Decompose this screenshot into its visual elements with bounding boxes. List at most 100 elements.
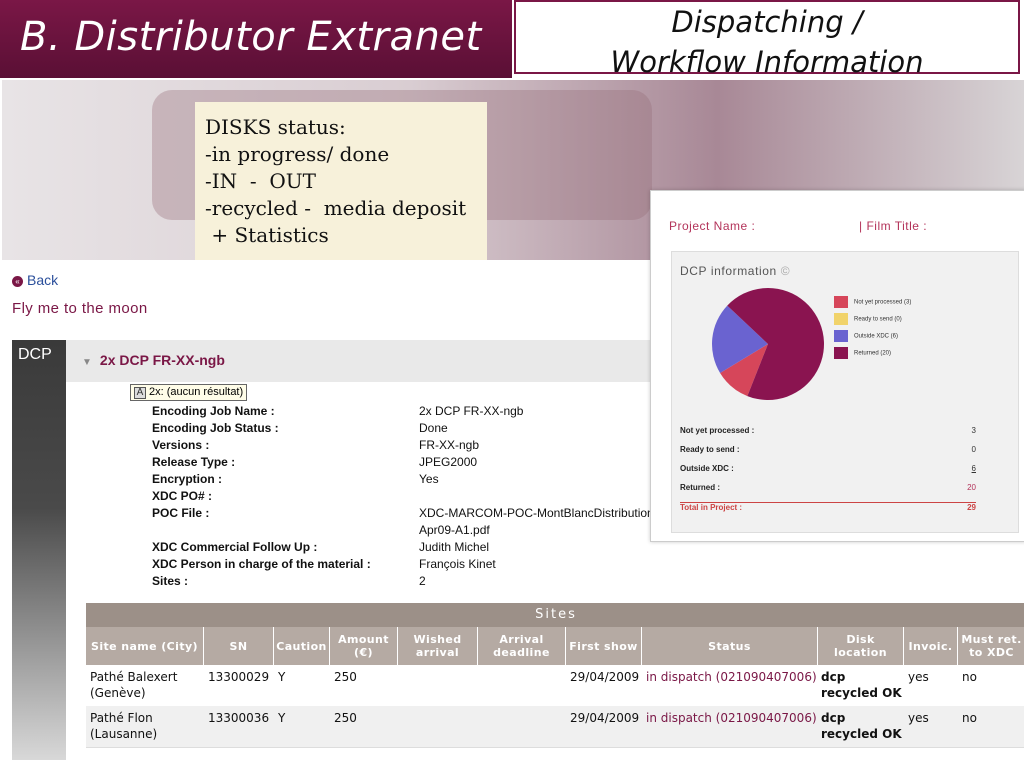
- legend-item: Ready to send (0): [834, 313, 911, 330]
- cell-first-show: 29/04/2009: [570, 670, 640, 684]
- stats-row: Not yet processed : 3: [680, 426, 976, 445]
- sites-table-header: Site name (City) SN Caution Amount (€) W…: [86, 627, 1024, 665]
- col-header-status[interactable]: Status: [642, 627, 818, 665]
- detail-label: Encoding Job Status :: [152, 421, 279, 435]
- tooltip: A 2x: (aucun résultat): [130, 384, 248, 401]
- cell-invoice: yes: [908, 711, 929, 725]
- legend-item: Returned (20): [834, 347, 911, 364]
- col-header-disk-location[interactable]: Disk location: [818, 627, 904, 665]
- col-header-amount[interactable]: Amount (€): [330, 627, 398, 665]
- legend-item: Not yet processed (3): [834, 296, 911, 313]
- detail-label: XDC Person in charge of the material :: [152, 557, 371, 571]
- back-label: Back: [27, 272, 59, 288]
- detail-label: Release Type :: [152, 455, 236, 469]
- legend-item: Outside XDC (6): [834, 330, 911, 347]
- slide-subtitle-line2: Workflow Information: [610, 45, 924, 79]
- dcp-tab[interactable]: DCP: [12, 340, 66, 760]
- table-row: Pathé Balexert (Genève) 13300029 Y 250 2…: [86, 665, 1024, 707]
- back-arrow-icon: «: [12, 276, 23, 287]
- stats-row: Ready to send : 0: [680, 445, 976, 464]
- stats-label: Not yet processed :: [680, 426, 755, 435]
- legend-swatch: [834, 296, 848, 308]
- dcp-information-panel: DCP information © Not yet processed (3) …: [671, 251, 1019, 533]
- legend-label: Ready to send (0): [854, 316, 902, 323]
- stats-row: Returned : 20: [680, 483, 976, 502]
- back-link[interactable]: « Back: [12, 272, 58, 288]
- detail-label: Versions :: [152, 438, 210, 452]
- stats-row: Outside XDC : 6: [680, 464, 976, 483]
- cell-status[interactable]: in dispatch (021090407006): [646, 710, 817, 726]
- detail-label: Encryption :: [152, 472, 223, 486]
- legend-label: Outside XDC (6): [854, 333, 899, 340]
- pie-legend: Not yet processed (3) Ready to send (0) …: [834, 296, 911, 364]
- cell-caution: Y: [278, 670, 286, 684]
- col-header-caution[interactable]: Caution: [274, 627, 330, 665]
- dcp-statistics-inset: Project Name : | Film Title : DCP inform…: [650, 190, 1024, 542]
- collapse-triangle-icon: ▼: [82, 357, 92, 368]
- stats-value: 29: [967, 503, 976, 512]
- col-header-site[interactable]: Site name (City): [86, 627, 204, 665]
- slide-subtitle-line1: Dispatching /: [671, 5, 863, 39]
- stats-total-row: Total in Project : 29: [680, 502, 976, 522]
- cell-first-show: 29/04/2009: [570, 711, 640, 725]
- cell-must-return: no: [962, 670, 977, 684]
- cell-disk-location: dcp recycled OK: [821, 711, 902, 741]
- col-header-must-return[interactable]: Must ret. to XDC: [958, 627, 1024, 665]
- col-header-arrival-deadline[interactable]: Arrival deadline: [478, 627, 566, 665]
- col-header-invoice[interactable]: Invoic.: [904, 627, 958, 665]
- stats-value: 3: [971, 426, 976, 435]
- dcp-information-title-text: DCP information: [680, 264, 777, 278]
- cell-amount: 250: [334, 711, 357, 725]
- cell-caution: Y: [278, 711, 286, 725]
- stats-label: Outside XDC :: [680, 464, 734, 473]
- cell-disk-location: dcp recycled OK: [821, 670, 902, 700]
- slide-title: B. Distributor Extranet: [20, 14, 482, 60]
- stats-value: 0: [971, 445, 976, 454]
- stats-label: Returned :: [680, 483, 720, 492]
- project-name-label: Project Name :: [669, 219, 756, 233]
- dcp-tab-label: DCP: [18, 346, 52, 363]
- dcp-pie-chart: [712, 288, 824, 400]
- stats-value[interactable]: 6: [972, 464, 976, 473]
- disks-status-note: DISKS status: -in progress/ done -IN - O…: [195, 102, 487, 260]
- stats-label: Total in Project :: [680, 503, 743, 512]
- detail-value: Judith Michel: [419, 540, 490, 554]
- legend-swatch: [834, 330, 848, 342]
- cell-amount: 250: [334, 670, 357, 684]
- tooltip-a-icon: A: [134, 387, 146, 399]
- legend-label: Not yet processed (3): [854, 299, 912, 306]
- slide-title-bar: B. Distributor Extranet: [0, 0, 512, 78]
- cell-sn: 13300029: [208, 670, 270, 684]
- col-header-first-show[interactable]: First show: [566, 627, 642, 665]
- stats-value[interactable]: 20: [967, 483, 976, 492]
- legend-swatch: [834, 313, 848, 325]
- legend-swatch: [834, 347, 848, 359]
- dcp-section-header[interactable]: ▼ 2x DCP FR-XX-ngb: [82, 352, 225, 368]
- dcp-section-title: 2x DCP FR-XX-ngb: [99, 352, 225, 368]
- detail-label: Encoding Job Name :: [152, 404, 275, 418]
- table-row: Pathé Flon (Lausanne) 13300036 Y 250 29/…: [86, 706, 1024, 748]
- cell-site: Pathé Flon (Lausanne): [90, 711, 158, 741]
- detail-label: XDC Commercial Follow Up :: [152, 540, 318, 554]
- cell-must-return: no: [962, 711, 977, 725]
- detail-label: XDC PO# :: [152, 489, 213, 503]
- sites-table-caption: Sites: [86, 603, 1024, 627]
- stats-label: Ready to send :: [680, 445, 740, 454]
- slide-subtitle-box: Dispatching / Workflow Information: [514, 0, 1020, 79]
- detail-label: Sites :: [152, 574, 189, 588]
- cell-status[interactable]: in dispatch (021090407006): [646, 669, 817, 685]
- dcp-information-title: DCP information ©: [680, 264, 790, 278]
- legend-label: Returned (20): [854, 350, 892, 357]
- col-header-wished-arrival[interactable]: Wished arrival: [398, 627, 478, 665]
- info-circle-icon: ©: [780, 264, 791, 278]
- detail-value: 2: [419, 574, 426, 588]
- dcp-stats-table: Not yet processed : 3 Ready to send : 0 Ou…: [680, 426, 976, 522]
- detail-value: François Kinet: [419, 557, 496, 571]
- screenshot-area: DISKS status: -in progress/ done -IN - O…: [2, 80, 1024, 768]
- cell-site: Pathé Balexert (Genève): [90, 670, 178, 700]
- cell-sn: 13300036: [208, 711, 270, 725]
- col-header-sn[interactable]: SN: [204, 627, 274, 665]
- tooltip-text: 2x: (aucun résultat): [149, 386, 244, 398]
- project-title: Fly me to the moon: [12, 300, 148, 317]
- detail-label: POC File :: [152, 506, 210, 520]
